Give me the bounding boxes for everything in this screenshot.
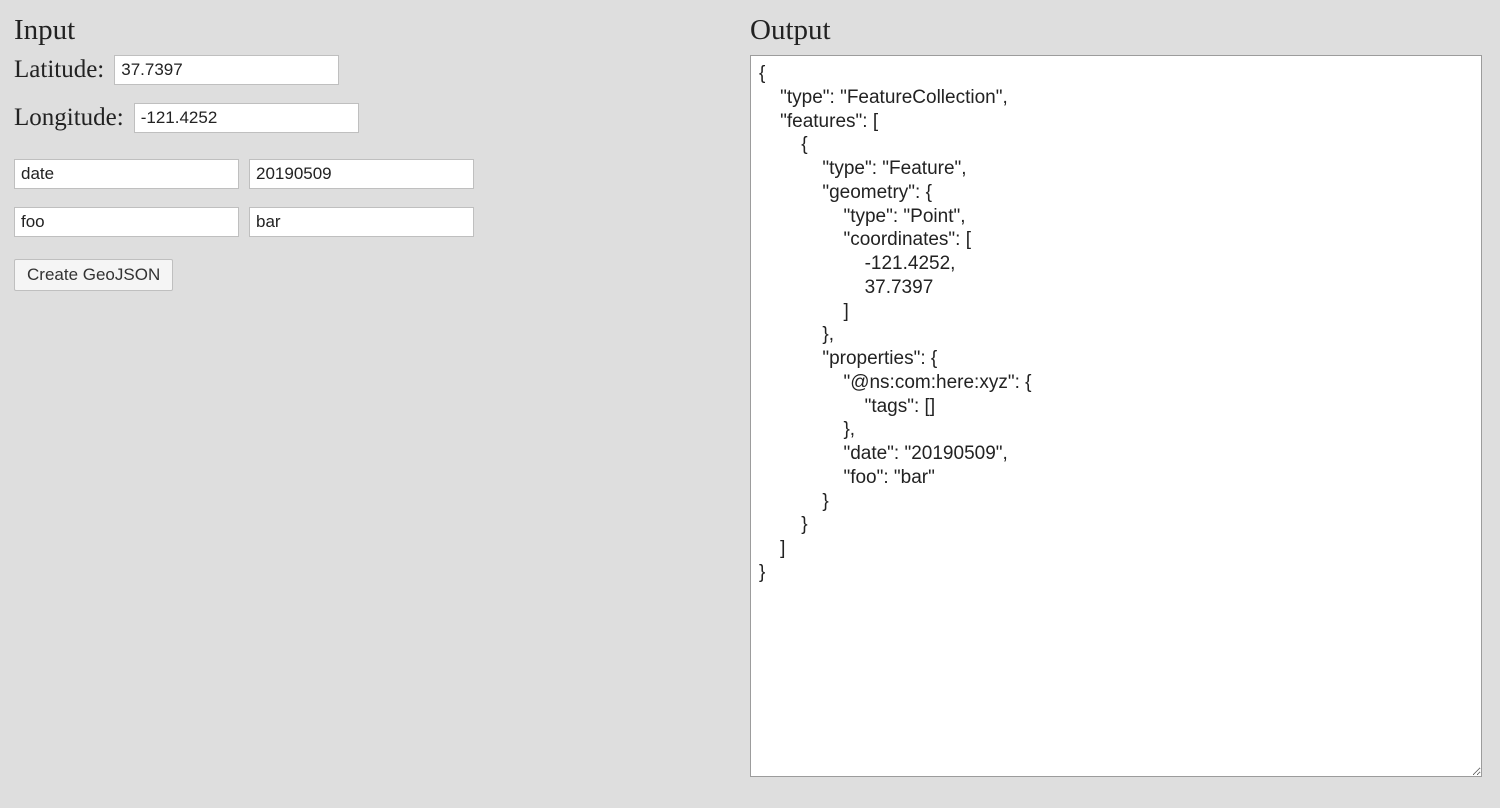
latitude-input[interactable] <box>114 55 339 85</box>
property-row <box>14 207 720 237</box>
property-row <box>14 159 720 189</box>
property-key-input[interactable] <box>14 159 239 189</box>
property-value-input[interactable] <box>249 159 474 189</box>
longitude-row: Longitude: <box>14 103 720 133</box>
create-geojson-button[interactable]: Create GeoJSON <box>14 259 173 291</box>
output-heading: Output <box>750 14 1486 47</box>
longitude-label: Longitude: <box>14 104 124 132</box>
longitude-input[interactable] <box>134 103 359 133</box>
input-heading: Input <box>14 14 720 47</box>
latitude-label: Latitude: <box>14 56 104 84</box>
input-panel: Input Latitude: Longitude: Create GeoJSO… <box>14 14 750 794</box>
output-panel: Output <box>750 14 1486 794</box>
latitude-row: Latitude: <box>14 55 720 85</box>
property-value-input[interactable] <box>249 207 474 237</box>
property-key-input[interactable] <box>14 207 239 237</box>
output-textarea[interactable] <box>750 55 1482 777</box>
